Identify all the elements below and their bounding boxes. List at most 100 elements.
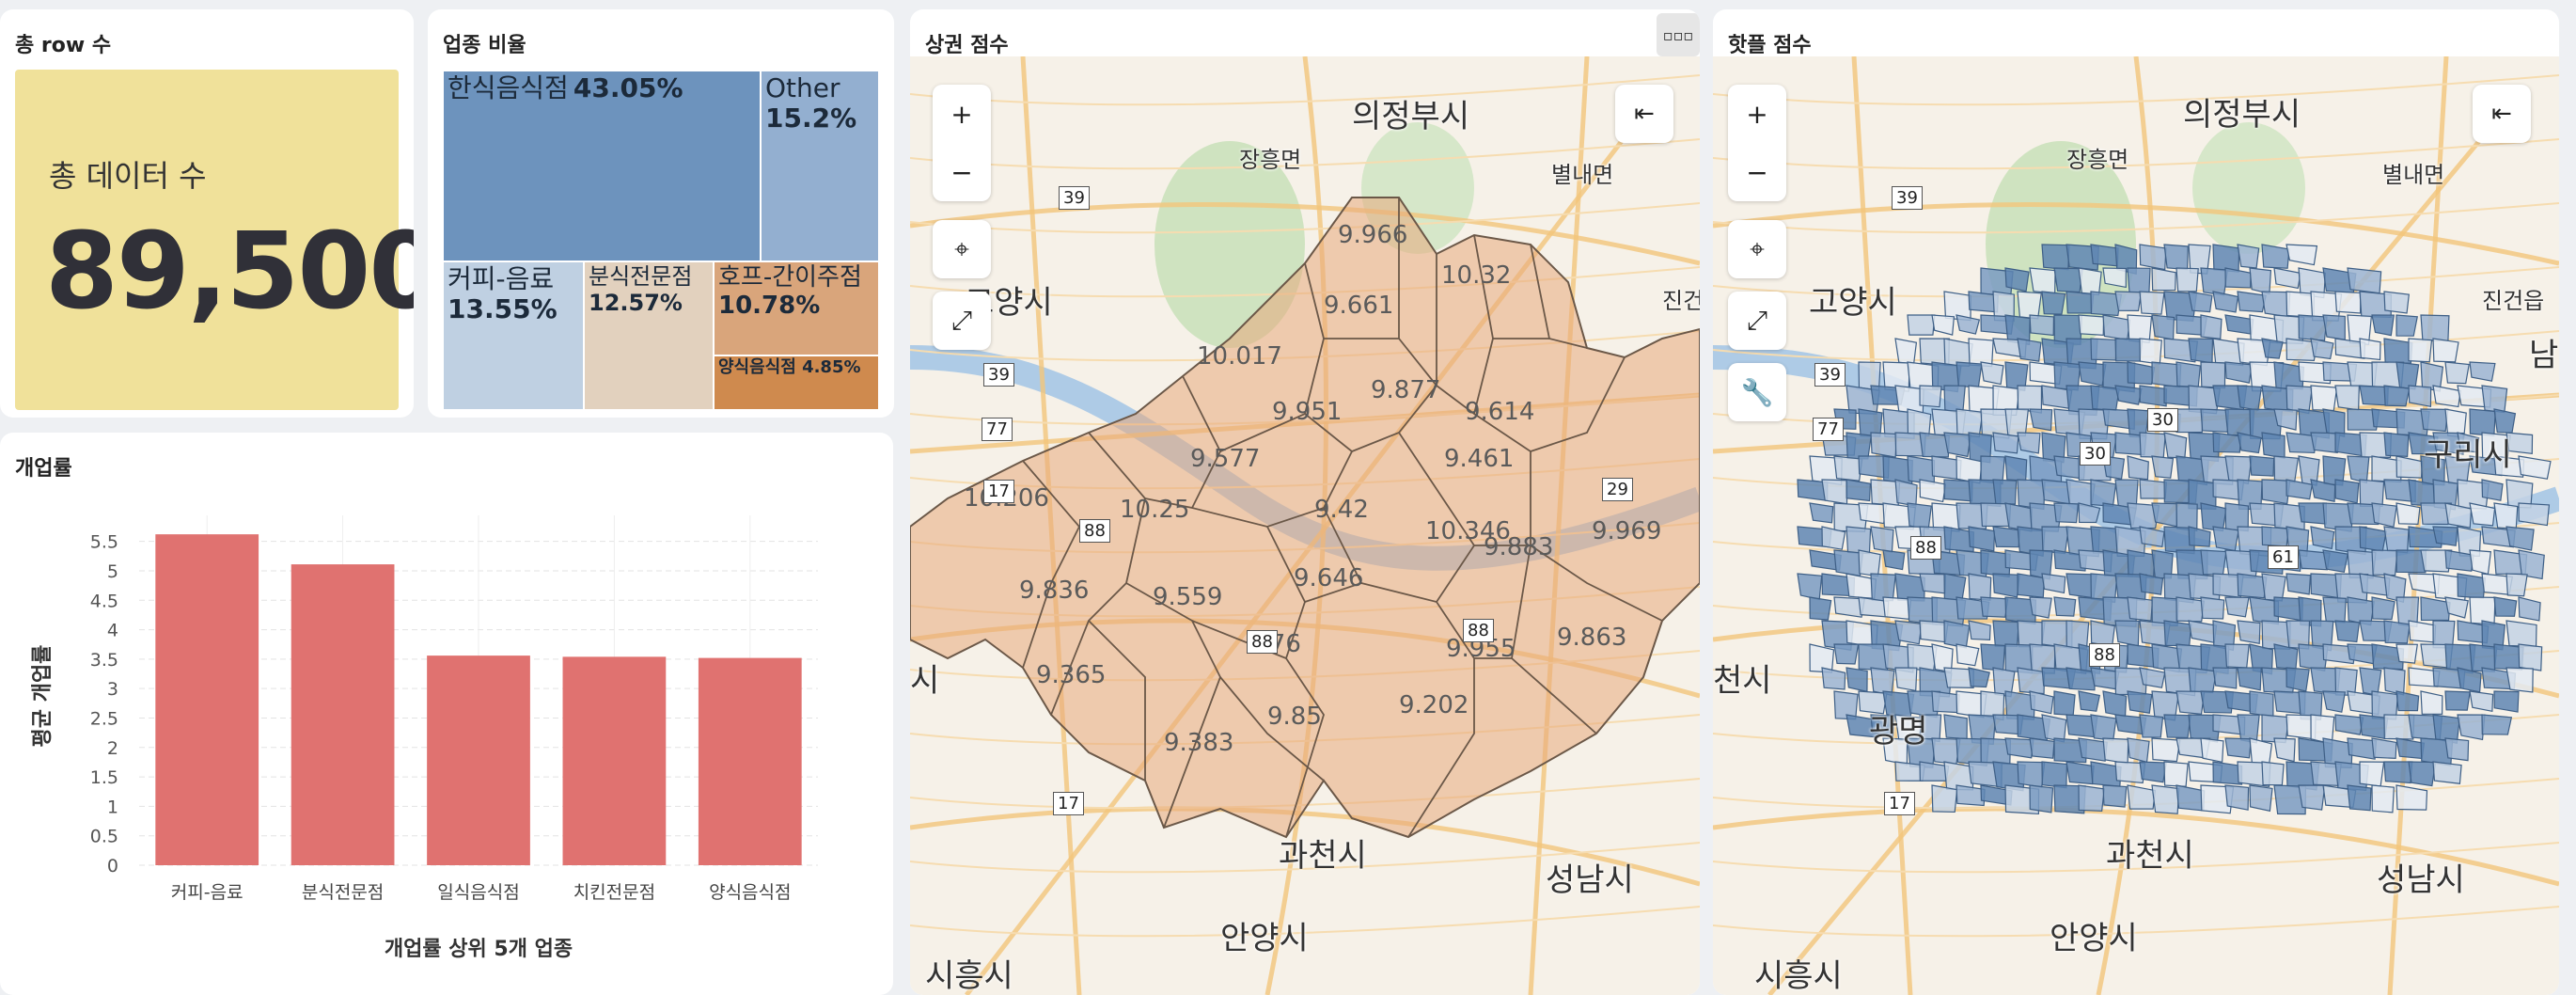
- hotplace-area: [2163, 244, 2189, 271]
- hotplace-area: [2420, 690, 2443, 715]
- panel-title: 업종 비율: [443, 34, 526, 57]
- hotplace-area: [2078, 361, 2107, 387]
- hotplace-area: [2212, 291, 2239, 313]
- hotplace-area: [2017, 667, 2046, 695]
- hotplace-area: [2029, 267, 2056, 294]
- hotplace-area: [1809, 502, 1834, 524]
- road-shield: 39: [983, 363, 1014, 387]
- panel-title: 핫플 점수: [1728, 34, 1812, 57]
- hotplace-area: [2285, 667, 2310, 692]
- hotplace-area: [2066, 761, 2095, 785]
- place-label: 구리시: [2424, 436, 2512, 474]
- hotplace-area: [2212, 526, 2239, 552]
- collapse-panel-icon[interactable]: ⇤: [2473, 85, 2531, 143]
- y-tick-label: 2: [107, 738, 118, 759]
- y-tick-label: 0: [107, 856, 118, 877]
- hotplace-area: [2163, 714, 2191, 739]
- fullscreen-icon[interactable]: ⤢: [933, 292, 991, 350]
- hotplace-area: [2151, 267, 2176, 292]
- hotplace-area: [2017, 432, 2041, 454]
- zoom-out-icon[interactable]: −: [1728, 143, 1786, 201]
- hotplace-area: [1821, 479, 1848, 505]
- road-shield: 88: [1463, 619, 1494, 642]
- district-score-label: 9.646: [1294, 564, 1364, 592]
- hotplace-area: [2175, 361, 2202, 388]
- place-label: 의정부시: [1352, 98, 1470, 135]
- hotplace-area: [1846, 526, 1872, 555]
- hotplace-area: [2237, 620, 2261, 645]
- hotplace-area: [2114, 338, 2144, 362]
- treemap-cell[interactable]: 양식음식점 4.85%: [714, 355, 879, 410]
- district-score-label: 9.836: [1019, 576, 1090, 605]
- y-tick-label: 4.5: [90, 591, 118, 611]
- treemap-panel: 업종 비율 한식음식점 43.05% Other 15.2% 커피-음료 13.55…: [428, 9, 894, 418]
- hotplace-area: [2041, 291, 2066, 315]
- hotplace-area: [1992, 432, 2019, 454]
- hotplace-area: [2249, 455, 2275, 477]
- hotplace-area: [2322, 314, 2346, 340]
- more-dots-icon[interactable]: ▫▫▫: [1657, 13, 1700, 56]
- hotplace-area: [2127, 690, 2153, 714]
- hotplace-area: [2102, 314, 2131, 340]
- hotplace-area: [2004, 455, 2028, 482]
- y-tick-label: 1.5: [90, 767, 118, 788]
- hotplace-area: [2432, 761, 2462, 784]
- hotplace-area: [1968, 573, 1992, 601]
- hotplace-area: [2200, 361, 2226, 389]
- treemap-cell[interactable]: 분식전문점 12.57%: [584, 261, 714, 410]
- bar: [155, 534, 259, 865]
- hotplace-area: [2408, 479, 2435, 507]
- map-zoom-controls: + −: [1728, 85, 1786, 201]
- road-line: [910, 74, 1700, 106]
- district-score-label: 9.966: [1338, 221, 1408, 249]
- hotplace-area: [1931, 690, 1960, 714]
- treemap-cell[interactable]: 호프-간이주점 10.78%: [714, 261, 879, 355]
- hotplace-area: [1956, 314, 1981, 335]
- hotplace-area: [2127, 784, 2157, 810]
- hotplace-area: [2029, 690, 2054, 715]
- treemap-cell[interactable]: Other 15.2%: [761, 71, 879, 261]
- road-line: [1713, 74, 2559, 106]
- wrench-icon[interactable]: 🔧: [1728, 363, 1786, 421]
- treemap-cell[interactable]: 커피-음료 13.55%: [443, 261, 584, 410]
- hotplace-area: [2017, 573, 2045, 598]
- hotplace-area: [2285, 291, 2315, 318]
- hotplace-area: [2237, 244, 2260, 269]
- locate-icon[interactable]: ⌖: [1728, 220, 1786, 278]
- hotplace-area: [1992, 573, 2020, 598]
- road-shield: 30: [2147, 408, 2178, 432]
- district-score-label: 9.461: [1444, 445, 1515, 473]
- hotplace-area: [2359, 667, 2382, 697]
- fullscreen-icon[interactable]: ⤢: [1728, 292, 1786, 350]
- x-tick-label: 양식음식점: [709, 882, 791, 903]
- hotplace-area: [2261, 761, 2285, 786]
- hotplace-area: [1943, 573, 1967, 601]
- hotplace-area: [2029, 784, 2054, 813]
- hotplace-area: [1956, 361, 1983, 388]
- hotplace-area: [2359, 338, 2381, 361]
- hotplace-area: [1870, 573, 1896, 602]
- panel-title: 총 row 수: [15, 34, 112, 57]
- map-canvas[interactable]: 의정부시 장흥면 별내면 고양시 진건 과천시 성남시 안양시 시흥시 시 9.…: [910, 56, 1700, 995]
- zoom-out-icon[interactable]: −: [933, 143, 991, 201]
- hotplace-area: [1956, 643, 1980, 667]
- hotplace-area: [2457, 573, 2487, 599]
- hotplace-area: [2261, 479, 2291, 505]
- hotplace-area: [2493, 502, 2519, 529]
- hotplace-area: [2518, 596, 2541, 622]
- zoom-in-icon[interactable]: +: [1728, 85, 1786, 143]
- hotplace-area: [2408, 761, 2437, 787]
- map-canvas[interactable]: 의정부시 장흥면 별내면 고양시 진건읍 구리시 천시 광명 과천시 성남시 안…: [1713, 56, 2559, 995]
- x-tick-label: 치킨전문점: [573, 882, 655, 903]
- hotplace-area: [2139, 667, 2166, 688]
- zoom-in-icon[interactable]: +: [933, 85, 991, 143]
- hotplace-area: [2371, 314, 2395, 337]
- collapse-panel-icon[interactable]: ⇤: [1615, 85, 1673, 143]
- treemap-cell[interactable]: 한식음식점 43.05%: [443, 71, 761, 261]
- hotplace-area: [2200, 549, 2227, 576]
- locate-icon[interactable]: ⌖: [933, 220, 991, 278]
- hotplace-area: [2408, 385, 2432, 408]
- x-tick-label: 일식음식점: [437, 882, 519, 903]
- hotplace-area: [2090, 479, 2117, 508]
- hotplace-area: [2175, 784, 2206, 812]
